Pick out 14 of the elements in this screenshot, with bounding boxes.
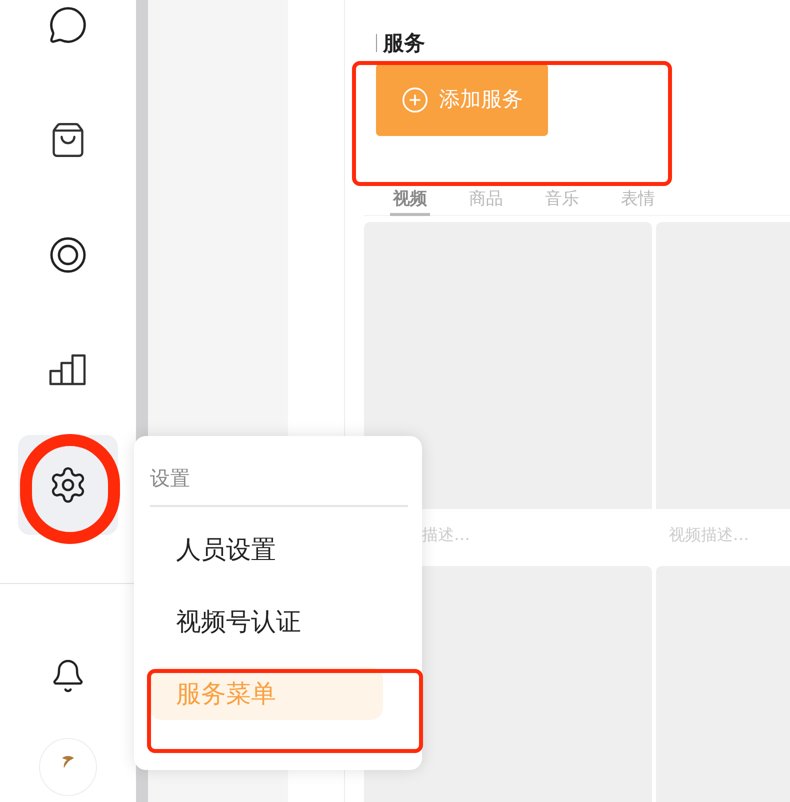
category-tab[interactable]: 视频	[390, 184, 430, 216]
category-tab[interactable]: 音乐	[542, 184, 582, 216]
category-tab[interactable]: 表情	[618, 184, 658, 216]
menu-item[interactable]: 视频号认证	[150, 595, 383, 648]
chat-bubble-icon	[48, 5, 88, 45]
menu-item[interactable]: 服务菜单	[150, 667, 383, 720]
plus-circle-icon	[401, 86, 429, 114]
target-icon	[49, 236, 87, 274]
category-tab[interactable]: 商品	[466, 184, 506, 216]
section-title: 服务	[383, 30, 425, 56]
avatar-logo-icon	[60, 755, 76, 769]
add-service-button[interactable]: 添加服务	[376, 64, 548, 136]
menu-title: 设置	[150, 465, 191, 492]
bar-chart-icon	[49, 354, 87, 386]
